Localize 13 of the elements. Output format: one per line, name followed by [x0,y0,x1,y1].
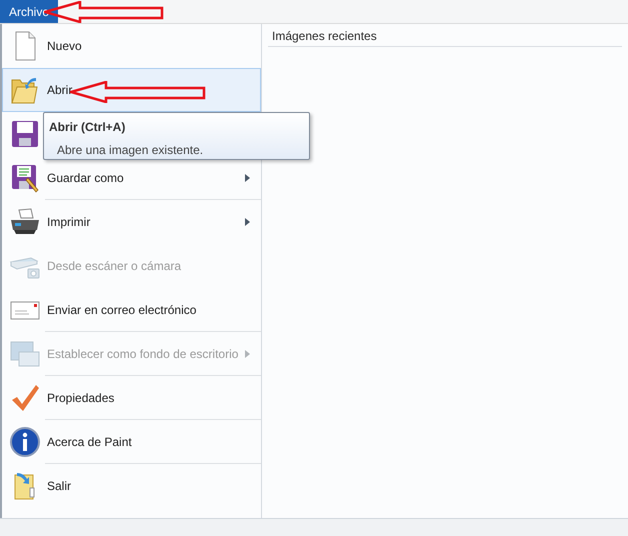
tooltip-description: Abre una imagen existente. [57,142,204,159]
menu-item-label: Guardar como [47,170,124,187]
menu-item-label: Enviar en correo electrónico [47,302,196,319]
tooltip-title: Abrir (Ctrl+A) [49,119,126,136]
menu-item-label: Salir [47,478,72,495]
menu-item-label: Imprimir [47,214,90,231]
menu-item-label: Establecer como fondo de escritorio [47,346,238,363]
menu-item-label: Acerca de Paint [47,434,132,451]
menu-item-label: Propiedades [47,390,114,407]
menu-item-label: Desde escáner o cámara [47,258,182,275]
recent-images-header: Imágenes recientes [268,25,622,47]
menu-item-label: Nuevo [47,38,82,55]
menu-item-label: Abrir [47,82,72,99]
